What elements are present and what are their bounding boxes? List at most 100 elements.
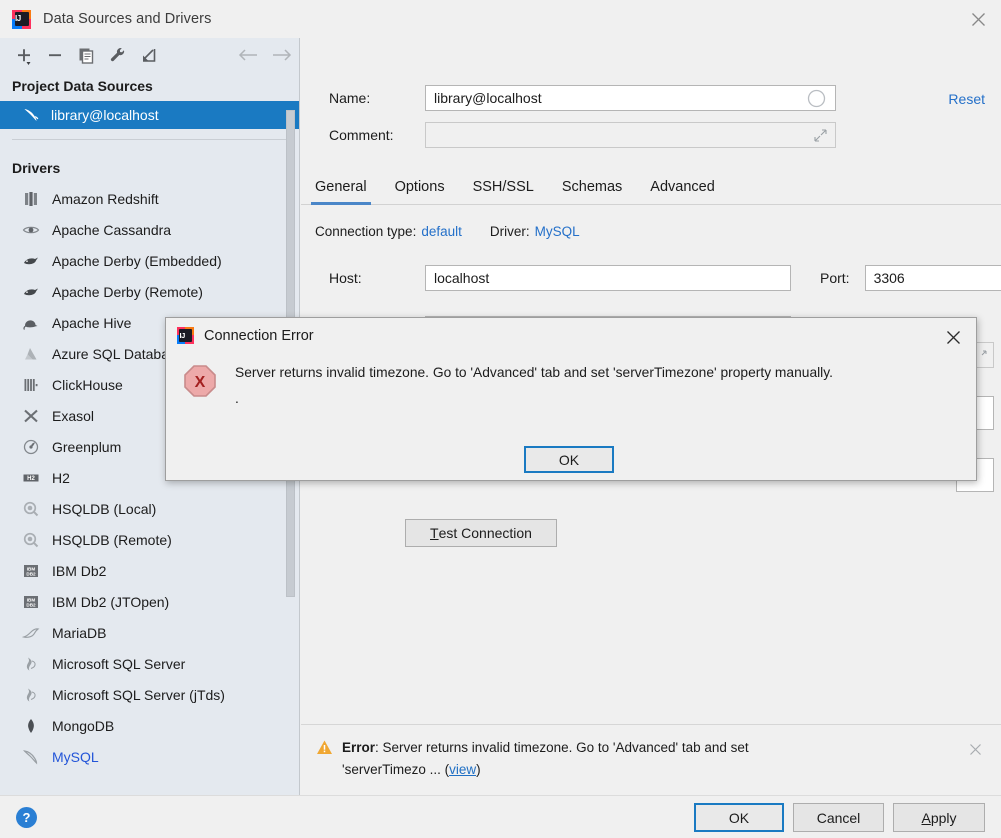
error-dialog-ok-button[interactable]: OK: [524, 446, 614, 473]
comment-input[interactable]: [425, 122, 836, 148]
amazon-redshift-icon: [22, 190, 40, 208]
driver-item-apache-derby-remote[interactable]: Apache Derby (Remote): [0, 276, 299, 307]
driver-label: Apache Cassandra: [52, 221, 172, 238]
ibm-db2-icon: IBM DB2: [22, 562, 40, 580]
tab-ssh-ssl[interactable]: SSH/SSL: [459, 179, 548, 204]
hsqldb-icon: [22, 531, 40, 549]
apache-derby-icon: [22, 252, 40, 270]
driver-label: Apache Hive: [52, 314, 132, 331]
tab-schemas[interactable]: Schemas: [548, 179, 636, 204]
cancel-button[interactable]: Cancel: [793, 803, 884, 832]
driver-item-apache-derby-embedded[interactable]: Apache Derby (Embedded): [0, 245, 299, 276]
test-connection-button[interactable]: Test Connection: [405, 519, 557, 547]
driver-item-hsqldb-local[interactable]: HSQLDB (Local): [0, 493, 299, 524]
error-line2-prefix: 'serverTimezo ... (: [342, 762, 450, 777]
name-row: Name: library@localhost: [315, 85, 836, 111]
reset-link[interactable]: Reset: [948, 91, 985, 107]
ok-button-label: OK: [728, 809, 750, 826]
tab-label: Advanced: [650, 179, 715, 195]
connection-error-message-line1: Server returns invalid timezone. Go to '…: [235, 365, 833, 380]
driver-item-mariadb[interactable]: MariaDB: [0, 617, 299, 648]
clickhouse-icon: [22, 376, 40, 394]
help-circle-icon[interactable]: ?: [16, 807, 37, 828]
tab-general[interactable]: General: [301, 179, 381, 205]
svg-text:DB2: DB2: [26, 571, 36, 576]
greenplum-icon: [22, 438, 40, 456]
error-severity: Error: [342, 740, 376, 755]
mariadb-icon: [21, 624, 40, 642]
test-connection-label: est Connection: [438, 525, 532, 541]
tab-options[interactable]: Options: [381, 179, 459, 204]
host-row: Host: localhost Port: 3306: [315, 265, 1001, 291]
driver-label: MariaDB: [52, 624, 107, 641]
driver-item-ibm-db2-jtopen[interactable]: IBM DB2 IBM Db2 (JTOpen): [0, 586, 299, 617]
mysql-dolphin-icon: [22, 748, 40, 766]
back-button[interactable]: [231, 41, 265, 69]
connection-error-title: Connection Error: [204, 327, 314, 344]
driver-label: Amazon Redshift: [52, 190, 159, 207]
wrench-icon[interactable]: [102, 41, 133, 69]
sidebar-divider: [12, 139, 287, 140]
driver-item-apache-cassandra[interactable]: Apache Cassandra: [0, 214, 299, 245]
driver-item-mysql[interactable]: MySQL: [0, 741, 299, 772]
expand-diagonal-icon[interactable]: [813, 128, 828, 146]
host-label: Host:: [329, 270, 362, 286]
sidebar-item-label: library@localhost: [51, 107, 159, 123]
driver-label: Apache Derby (Remote): [52, 283, 203, 300]
close-icon[interactable]: [938, 324, 968, 350]
tab-label: General: [315, 179, 367, 195]
driver-item-microsoft-sql-server-jtds[interactable]: Microsoft SQL Server (jTds): [0, 679, 299, 710]
name-input-value: library@localhost: [434, 90, 542, 106]
microsoft-sql-server-icon: [22, 686, 40, 704]
driver-label: HSQLDB (Local): [52, 500, 157, 517]
driver-field-value[interactable]: MySQL: [535, 224, 580, 239]
connection-error-dialog: IJ Connection Error X Server returns inv…: [165, 317, 977, 481]
driver-item-ibm-db2[interactable]: IBM DB2 IBM Db2: [0, 555, 299, 586]
view-error-link[interactable]: view: [449, 762, 476, 777]
driver-item-microsoft-sql-server[interactable]: Microsoft SQL Server: [0, 648, 299, 679]
add-button[interactable]: [9, 41, 40, 69]
intellij-idea-logo-icon: IJ: [12, 9, 31, 29]
close-icon[interactable]: [955, 0, 1001, 38]
color-circle-icon[interactable]: [807, 89, 826, 111]
copy-icon[interactable]: [71, 41, 102, 69]
connection-error-message-line2: .: [235, 391, 239, 406]
close-icon[interactable]: [967, 741, 983, 757]
driver-item-amazon-redshift[interactable]: Amazon Redshift: [0, 183, 299, 214]
remove-button[interactable]: [40, 41, 71, 69]
port-input[interactable]: 3306: [864, 265, 1001, 291]
connection-type-value[interactable]: default: [421, 224, 462, 239]
test-connection-mnemonic: T: [430, 525, 439, 541]
tab-label: Schemas: [561, 179, 623, 195]
driver-label: Azure SQL Database: [52, 345, 184, 362]
driver-item-mongodb[interactable]: MongoDB: [0, 710, 299, 741]
host-input[interactable]: localhost: [425, 265, 791, 291]
h2-icon: H2: [22, 469, 40, 487]
comment-row: Comment:: [315, 122, 836, 148]
comment-label: Comment:: [329, 127, 394, 143]
hsqldb-icon: [22, 500, 40, 518]
window-titlebar: IJ Data Sources and Drivers: [0, 0, 1001, 38]
error-notification-message: Error: Server returns invalid timezone. …: [342, 737, 749, 781]
name-input[interactable]: library@localhost: [425, 85, 836, 111]
apache-cassandra-icon: [22, 221, 40, 239]
mongodb-icon: [22, 717, 40, 735]
connection-error-message: Server returns invalid timezone. Go to '…: [235, 360, 833, 412]
apply-button[interactable]: Apply: [893, 803, 985, 832]
driver-label: IBM Db2 (JTOpen): [52, 593, 170, 610]
apache-hive-icon: [22, 314, 40, 332]
sidebar-item-library-localhost[interactable]: library@localhost: [0, 101, 299, 129]
driver-item-hsqldb-remote[interactable]: HSQLDB (Remote): [0, 524, 299, 555]
connection-type-label: Connection type:: [315, 224, 417, 239]
forward-button[interactable]: [265, 41, 299, 69]
tab-advanced[interactable]: Advanced: [636, 179, 729, 204]
warning-triangle-icon: [316, 739, 333, 759]
ok-button[interactable]: OK: [694, 803, 784, 832]
dialog-button-bar: ? OK Cancel Apply: [0, 795, 1001, 838]
ibm-db2-icon: IBM DB2: [22, 593, 40, 611]
driver-label: Microsoft SQL Server (jTds): [52, 686, 225, 703]
drivers-header: Drivers: [12, 160, 61, 176]
project-data-sources-group: Project Data Sources library@localhost: [0, 72, 299, 140]
import-arrow-icon[interactable]: [133, 41, 164, 69]
error-line2-suffix: ): [476, 762, 481, 777]
